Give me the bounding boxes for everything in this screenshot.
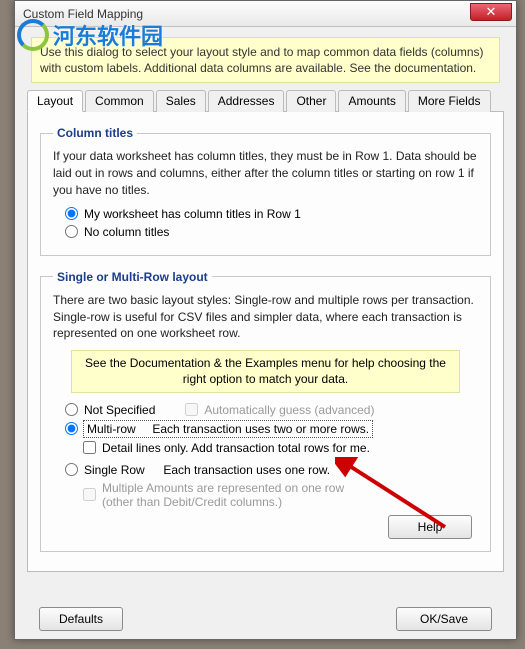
radio-not-specified-row: Not Specified Automatically guess (advan…	[65, 403, 478, 417]
dialog-footer: Defaults OK/Save	[15, 607, 516, 631]
radio-has-titles-input[interactable]	[65, 207, 78, 220]
tab-other[interactable]: Other	[286, 90, 336, 112]
legend-column-titles: Column titles	[53, 126, 137, 140]
check-auto-guess	[185, 403, 198, 416]
check-multiple-amounts	[83, 488, 96, 501]
group-column-titles: Column titles If your data worksheet has…	[40, 126, 491, 255]
radio-single-row[interactable]	[65, 463, 78, 476]
radio-not-specified[interactable]	[65, 403, 78, 416]
tab-common[interactable]: Common	[85, 90, 154, 112]
check-auto-guess-label: Automatically guess (advanced)	[204, 403, 374, 417]
column-titles-desc: If your data worksheet has column titles…	[53, 148, 478, 198]
dialog-window: Custom Field Mapping ✕ 河东软件园 Use this di…	[14, 0, 517, 640]
tab-more-fields[interactable]: More Fields	[408, 90, 491, 112]
radio-multi-row-label: Multi-row Each transaction uses two or m…	[84, 421, 372, 437]
intro-note: Use this dialog to select your layout st…	[31, 37, 500, 83]
tab-strip: Layout Common Sales Addresses Other Amou…	[27, 89, 504, 112]
tab-layout[interactable]: Layout	[27, 90, 83, 112]
window-title: Custom Field Mapping	[23, 7, 143, 21]
defaults-button[interactable]: Defaults	[39, 607, 123, 631]
row-layout-desc: There are two basic layout styles: Singl…	[53, 292, 478, 342]
close-button[interactable]: ✕	[470, 3, 512, 21]
radio-single-row-label: Single Row	[84, 463, 145, 477]
group-row-layout: Single or Multi-Row layout There are two…	[40, 270, 491, 552]
check-detail-lines-label: Detail lines only. Add transaction total…	[102, 441, 370, 455]
radio-has-titles[interactable]: My worksheet has column titles in Row 1	[65, 207, 478, 221]
radio-multi-row[interactable]	[65, 422, 78, 435]
check-multiple-amounts-label: Multiple Amounts are represented on one …	[102, 481, 344, 509]
tab-addresses[interactable]: Addresses	[208, 90, 285, 112]
check-detail-lines-row[interactable]: Detail lines only. Add transaction total…	[83, 441, 478, 455]
check-detail-lines[interactable]	[83, 441, 96, 454]
tab-amounts[interactable]: Amounts	[338, 90, 405, 112]
radio-has-titles-label: My worksheet has column titles in Row 1	[84, 207, 301, 221]
title-bar: Custom Field Mapping ✕	[15, 1, 516, 27]
radio-multi-row-row: Multi-row Each transaction uses two or m…	[65, 421, 478, 437]
doc-note: See the Documentation & the Examples men…	[71, 350, 460, 392]
tab-sales[interactable]: Sales	[156, 90, 206, 112]
tab-panel-layout: Column titles If your data worksheet has…	[27, 112, 504, 572]
radio-no-titles-label: No column titles	[84, 225, 169, 239]
radio-no-titles-input[interactable]	[65, 225, 78, 238]
help-button[interactable]: Help	[388, 515, 472, 539]
radio-single-row-row: Single Row Each transaction uses one row…	[65, 463, 478, 477]
radio-not-specified-label: Not Specified	[84, 403, 155, 417]
legend-row-layout: Single or Multi-Row layout	[53, 270, 212, 284]
single-row-hint: Each transaction uses one row.	[163, 463, 330, 477]
check-multiple-amounts-row: Multiple Amounts are represented on one …	[83, 481, 478, 509]
radio-no-titles[interactable]: No column titles	[65, 225, 478, 239]
ok-save-button[interactable]: OK/Save	[396, 607, 492, 631]
